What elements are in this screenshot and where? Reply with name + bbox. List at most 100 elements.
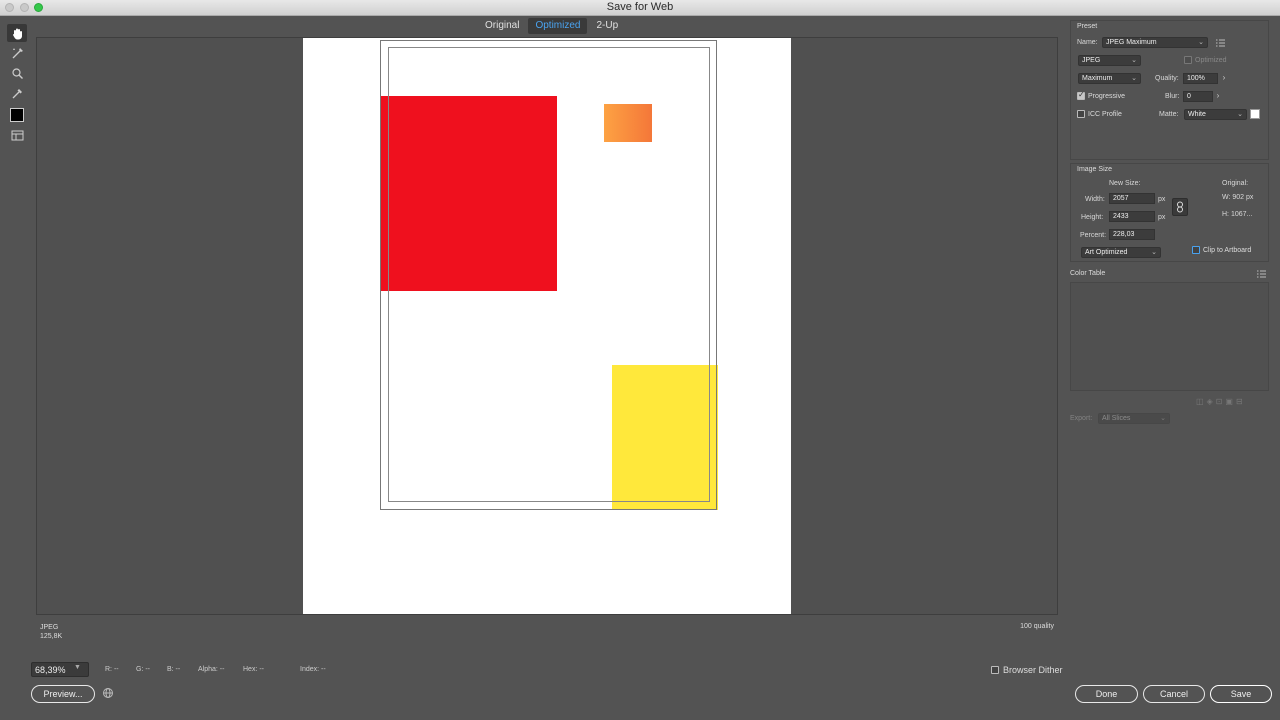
preset-menu-icon[interactable]: [1216, 38, 1225, 50]
width-unit: px: [1158, 196, 1166, 203]
quality-preset-value: Maximum: [1082, 75, 1113, 82]
browser-dither-toggle[interactable]: Browser Dither: [991, 665, 1063, 675]
tab-optimized[interactable]: Optimized: [528, 18, 588, 34]
done-button[interactable]: Done: [1075, 685, 1138, 703]
clip-to-artboard-checkbox[interactable]: [1192, 246, 1200, 254]
icc-profile-toggle[interactable]: ICC Profile: [1077, 110, 1122, 118]
clip-to-artboard-toggle[interactable]: Clip to Artboard: [1192, 246, 1251, 254]
percent-input[interactable]: 228,03: [1109, 229, 1155, 240]
resample-method-value: Art Optimized: [1085, 249, 1128, 256]
height-unit: px: [1158, 214, 1166, 221]
blur-label: Blur:: [1165, 93, 1180, 100]
height-label: Height:: [1081, 214, 1104, 221]
optimized-checkbox[interactable]: [1184, 56, 1192, 64]
map-color-icon[interactable]: ◫: [1196, 397, 1207, 406]
new-size-label: New Size:: [1109, 180, 1141, 187]
preset-name-select[interactable]: JPEG Maximum ⌄: [1102, 37, 1208, 48]
link-chain-icon: [1177, 201, 1183, 213]
color-table-area[interactable]: [1070, 282, 1269, 391]
eyedropper-color-swatch[interactable]: [10, 108, 24, 122]
resample-method-select[interactable]: Art Optimized ⌄: [1081, 247, 1161, 258]
chevron-down-icon: ⌄: [1160, 415, 1166, 422]
browser-dither-label: Browser Dither: [1003, 665, 1063, 675]
width-input[interactable]: 2057: [1109, 193, 1155, 204]
quality-preset-select[interactable]: Maximum ⌄: [1078, 73, 1141, 84]
chevron-down-icon: ▼: [74, 664, 81, 671]
preview-canvas[interactable]: [36, 37, 1058, 615]
save-button[interactable]: Save: [1210, 685, 1272, 703]
matte-color-swatch[interactable]: [1250, 109, 1260, 119]
constrain-proportions-button[interactable]: [1172, 198, 1188, 216]
delete-color-icon[interactable]: ⊟: [1236, 397, 1246, 406]
tab-2up[interactable]: 2-Up: [589, 18, 625, 34]
alpha-readout: Alpha: --: [198, 666, 225, 673]
color-table-actions: ◫◈⊡▣⊟: [1196, 397, 1246, 406]
web-shift-icon[interactable]: ◈: [1207, 397, 1216, 406]
red-readout: R: --: [105, 666, 119, 673]
export-slices-select[interactable]: All Slices ⌄: [1098, 413, 1170, 424]
blur-slider-arrow-icon[interactable]: ›: [1213, 91, 1223, 102]
clip-to-artboard-label: Clip to Artboard: [1203, 246, 1252, 254]
blur-input[interactable]: 0: [1183, 91, 1213, 102]
progressive-checkbox[interactable]: [1077, 90, 1085, 100]
chevron-down-icon: ⌄: [1237, 111, 1243, 118]
browser-dither-checkbox[interactable]: [991, 666, 999, 674]
tools-panel: [7, 24, 27, 146]
optimized-toggle[interactable]: Optimized: [1184, 56, 1227, 64]
slice-select-tool-icon[interactable]: [7, 44, 27, 62]
chevron-down-icon: ⌄: [1131, 57, 1137, 64]
progressive-toggle[interactable]: Progressive: [1077, 90, 1125, 100]
preview-button[interactable]: Preview...: [31, 685, 95, 703]
view-tabs: Original Optimized 2-Up: [478, 18, 625, 34]
percent-label: Percent:: [1080, 232, 1107, 239]
window-title: Save for Web: [606, 1, 674, 13]
icc-profile-checkbox[interactable]: [1077, 110, 1085, 118]
green-readout: G: --: [136, 666, 150, 673]
matte-value: White: [1188, 111, 1206, 118]
preset-name-value: JPEG Maximum: [1106, 39, 1157, 46]
document-preview: [303, 38, 791, 614]
toggle-slices-icon[interactable]: [7, 126, 27, 144]
hex-readout: Hex: --: [243, 666, 264, 673]
chevron-down-icon: ⌄: [1151, 249, 1157, 256]
color-table-title: Color Table: [1070, 270, 1106, 277]
new-color-icon[interactable]: ▣: [1225, 397, 1236, 406]
optimized-label: Optimized: [1195, 56, 1227, 64]
quality-slider-arrow-icon[interactable]: ›: [1219, 73, 1229, 84]
file-format-select[interactable]: JPEG ⌄: [1078, 55, 1141, 66]
original-width: W: 902 px: [1222, 194, 1254, 201]
preset-title: Preset: [1077, 23, 1098, 30]
original-size-label: Original:: [1222, 180, 1249, 187]
preset-name-label: Name:: [1077, 39, 1098, 46]
quality-label: Quality:: [1155, 75, 1179, 82]
tab-original[interactable]: Original: [478, 18, 526, 34]
index-readout: Index: --: [300, 666, 326, 673]
file-size-readout: 125,8K: [40, 633, 63, 640]
file-format-value: JPEG: [1082, 57, 1101, 64]
lock-color-icon[interactable]: ⊡: [1216, 397, 1226, 406]
matte-select[interactable]: White ⌄: [1184, 109, 1247, 120]
zoom-tool-icon[interactable]: [7, 64, 27, 82]
zoom-value: 68,39%: [35, 665, 66, 675]
hand-tool-icon[interactable]: [7, 24, 27, 42]
preview-info: JPEG 125,8K 100 quality: [36, 616, 1058, 656]
matte-label: Matte:: [1159, 111, 1179, 118]
blue-readout: B: --: [167, 666, 181, 673]
progressive-label: Progressive: [1088, 92, 1125, 100]
browser-globe-icon[interactable]: [102, 687, 114, 702]
height-input[interactable]: 2433: [1109, 211, 1155, 222]
export-slices-value: All Slices: [1102, 415, 1131, 422]
cancel-button[interactable]: Cancel: [1143, 685, 1205, 703]
color-table-menu-icon[interactable]: [1257, 269, 1266, 281]
format-readout: JPEG: [40, 624, 59, 631]
zoom-level-select[interactable]: 68,39% ▼: [31, 662, 89, 677]
quality-input[interactable]: 100%: [1183, 73, 1218, 84]
eyedropper-tool-icon[interactable]: [7, 84, 27, 102]
title-bar: Save for Web: [0, 0, 1280, 16]
status-bar: 68,39% ▼ R: -- G: -- B: -- Alpha: -- Hex…: [31, 662, 1071, 678]
chevron-down-icon: ⌄: [1131, 75, 1137, 82]
original-height: H: 1067...: [1222, 211, 1253, 218]
chevron-down-icon: ⌄: [1198, 39, 1204, 46]
icc-profile-label: ICC Profile: [1088, 110, 1122, 118]
width-label: Width:: [1085, 196, 1105, 203]
